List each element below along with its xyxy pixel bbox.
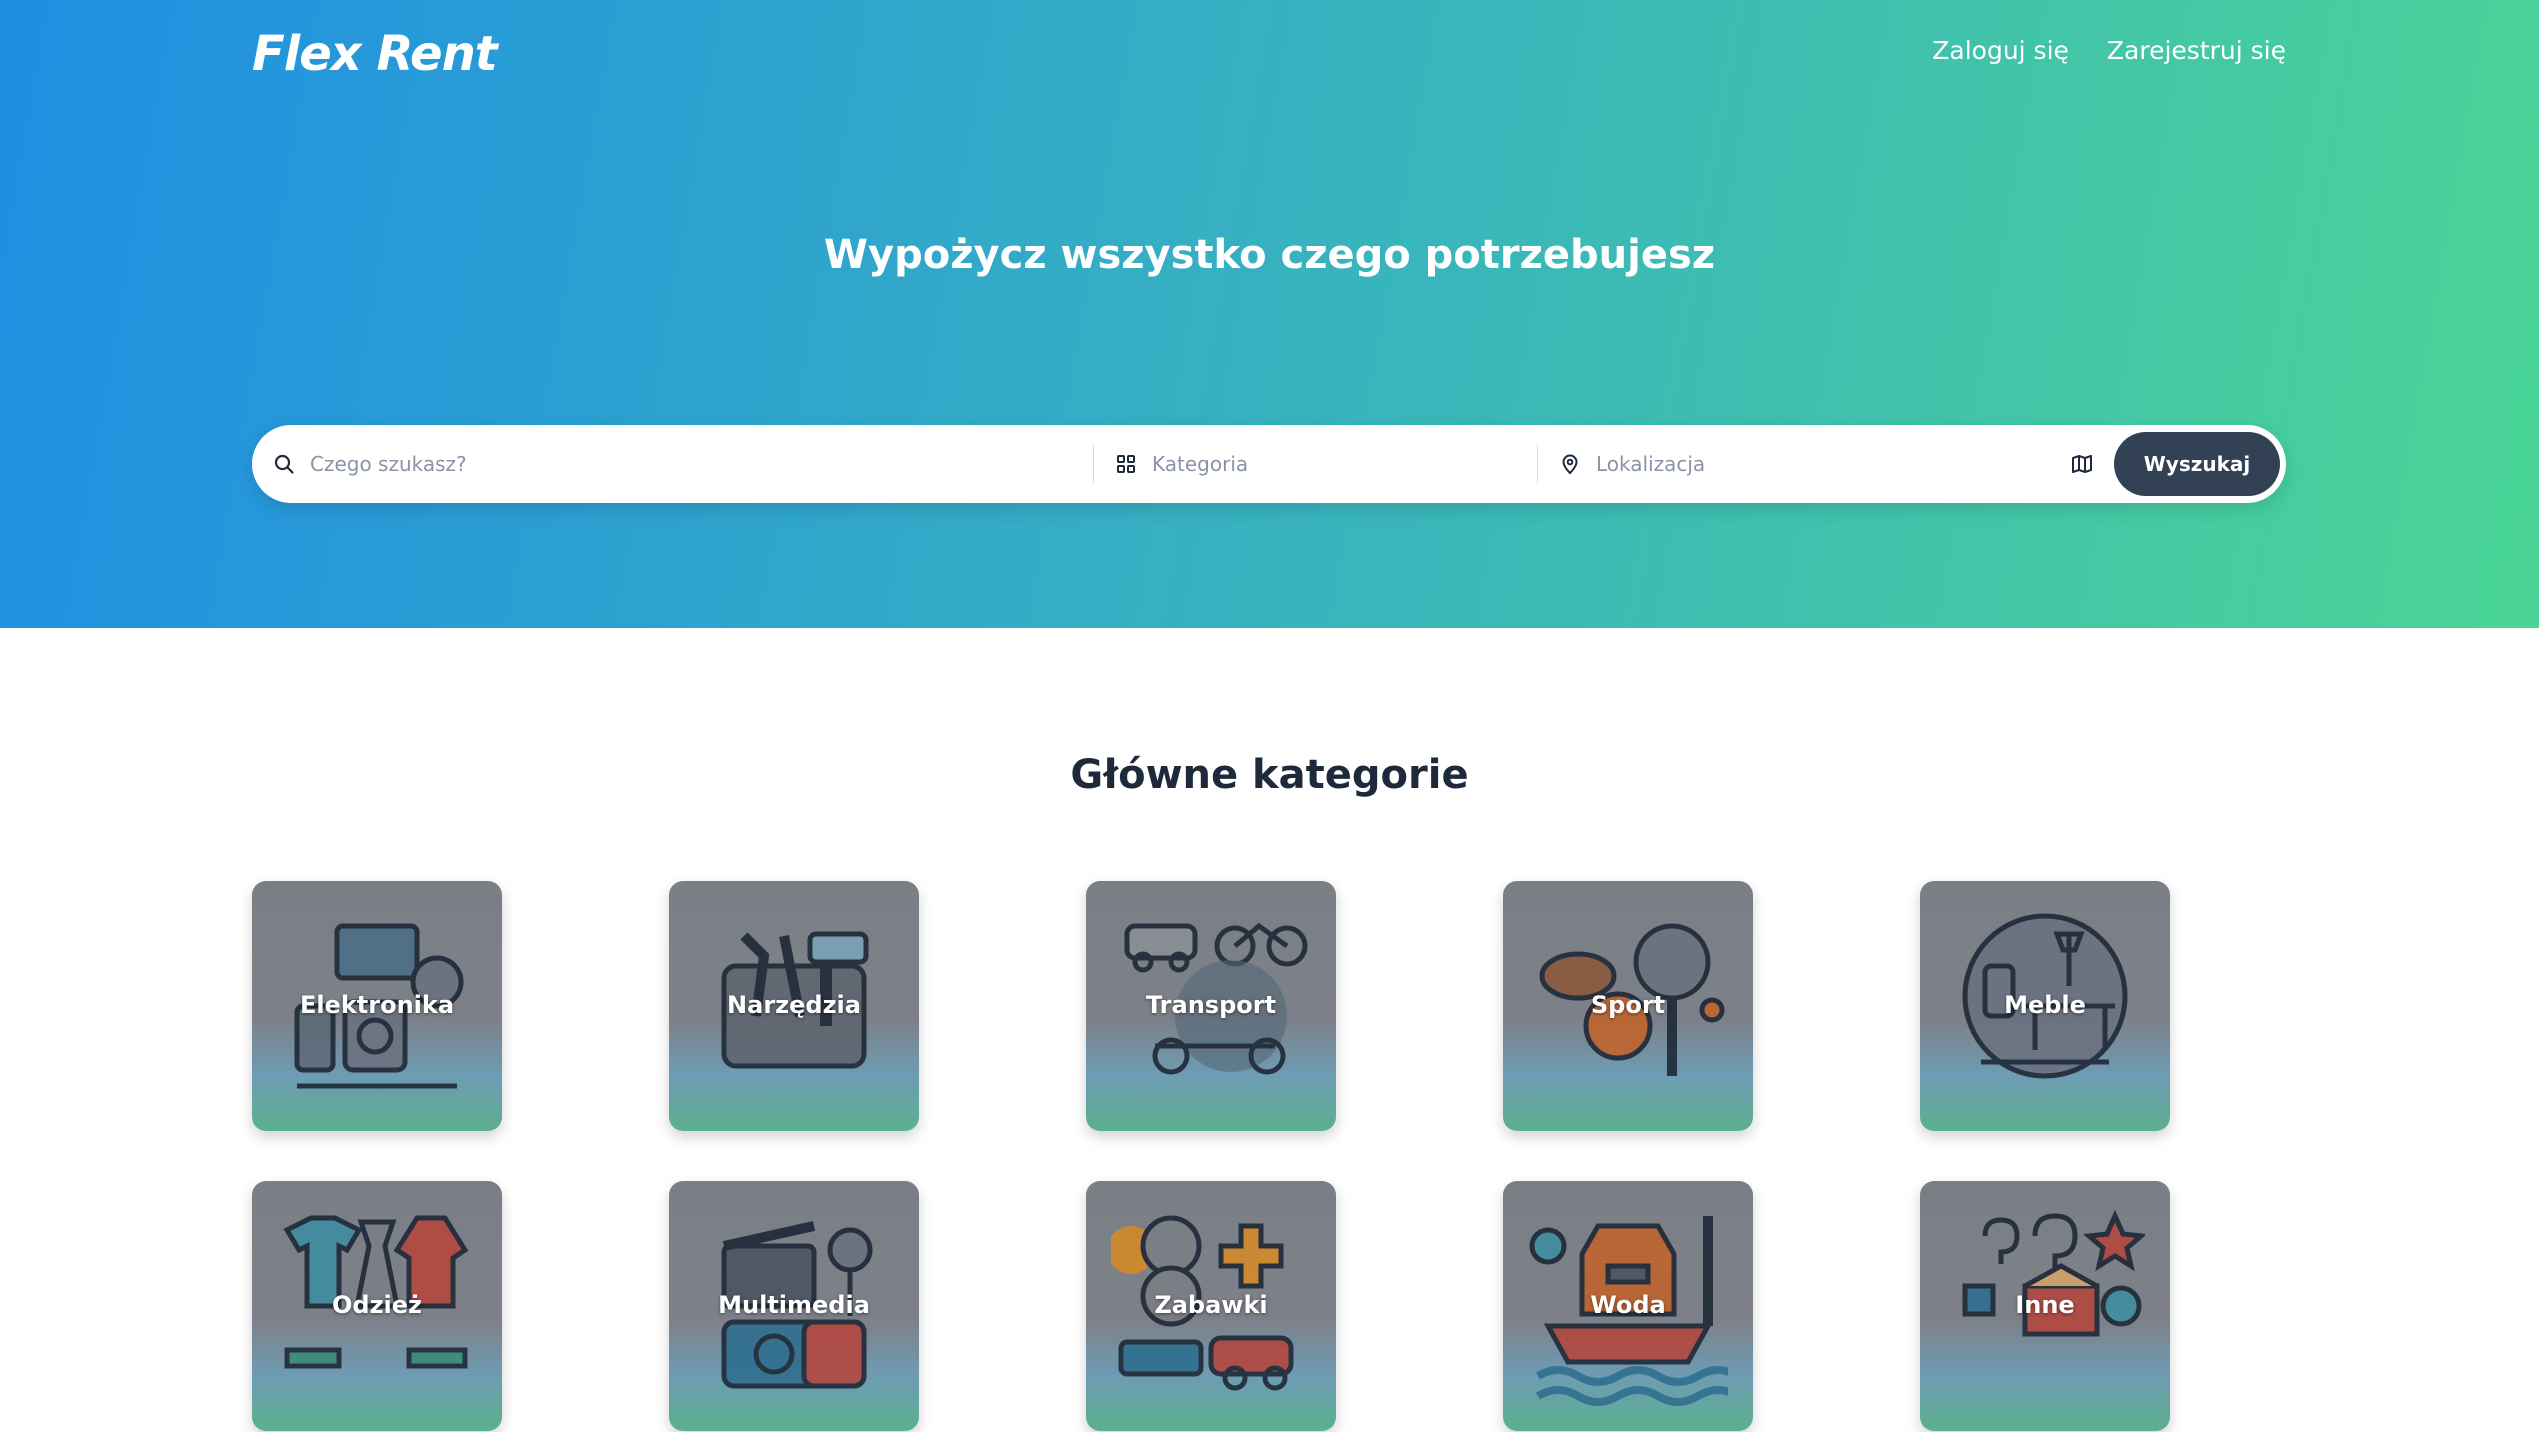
- logo[interactable]: Flex Rent: [252, 26, 498, 82]
- category-field[interactable]: [1094, 425, 1534, 503]
- map-icon: [2072, 455, 2092, 473]
- section-title: Główne kategorie: [1070, 752, 1469, 798]
- category-card-clothing[interactable]: Odzież: [252, 1181, 502, 1431]
- category-label: Sport: [1590, 991, 1666, 1019]
- query-field: [252, 425, 1092, 503]
- category-card-multimedia[interactable]: Multimedia: [669, 1181, 919, 1431]
- top-nav: Zaloguj się Zarejestruj się: [1932, 36, 2286, 65]
- category-label: Odzież: [331, 1291, 423, 1319]
- search-bar: Wyszukaj: [252, 425, 2286, 503]
- category-card-tools[interactable]: Narzędzia: [669, 881, 919, 1131]
- category-card-sport[interactable]: Sport: [1503, 881, 1753, 1131]
- category-card-other[interactable]: Inne: [1920, 1181, 2170, 1431]
- category-select[interactable]: [1150, 451, 1534, 477]
- category-card-transport[interactable]: Transport: [1086, 881, 1336, 1131]
- register-link[interactable]: Zarejestruj się: [2107, 36, 2286, 65]
- search-button[interactable]: Wyszukaj: [2114, 432, 2280, 496]
- category-label: Multimedia: [718, 1291, 870, 1319]
- location-input[interactable]: [1594, 451, 2038, 477]
- grid-icon: [1117, 455, 1135, 473]
- category-label: Meble: [2004, 991, 2086, 1019]
- category-card-furniture[interactable]: Meble: [1920, 881, 2170, 1131]
- category-label: Elektronika: [299, 991, 455, 1019]
- category-label: Zabawki: [1154, 1291, 1268, 1319]
- category-card-water[interactable]: Woda: [1503, 1181, 1753, 1431]
- category-card-electronics[interactable]: Elektronika: [252, 881, 502, 1131]
- location-field: [1538, 425, 2038, 503]
- map-button[interactable]: [2052, 425, 2112, 503]
- search-icon: [274, 454, 294, 474]
- hero-banner: Flex Rent Zaloguj się Zarejestruj się Wy…: [0, 0, 2539, 628]
- hero-title: Wypożycz wszystko czego potrzebujesz: [823, 232, 1716, 278]
- category-label: Transport: [1145, 991, 1277, 1019]
- category-label: Inne: [2015, 1291, 2075, 1319]
- category-label: Woda: [1590, 1291, 1666, 1319]
- category-card-toys[interactable]: Zabawki: [1086, 1181, 1336, 1431]
- search-input[interactable]: [308, 451, 1092, 477]
- login-link[interactable]: Zaloguj się: [1932, 36, 2069, 65]
- location-pin-icon: [1562, 454, 1578, 475]
- category-label: Narzędzia: [727, 991, 861, 1019]
